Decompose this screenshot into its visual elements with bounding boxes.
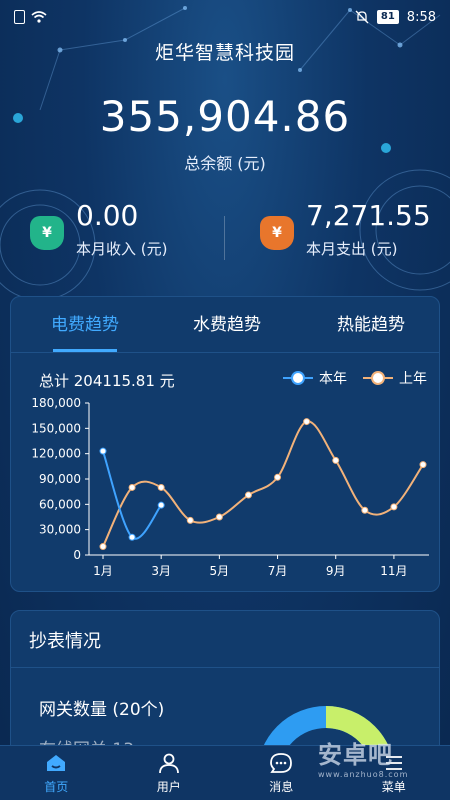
- money-bag-icon: ¥: [260, 216, 294, 250]
- data-point-last-year: [157, 483, 165, 491]
- data-point-this-year: [157, 501, 165, 509]
- y-tick-label: 150,000: [31, 421, 81, 435]
- monthly-expense[interactable]: ¥ 7,271.55 本月支出 (元): [260, 196, 431, 278]
- wifi-icon: [31, 11, 47, 23]
- income-amount: 0.00: [76, 199, 139, 232]
- home-icon: [47, 755, 66, 771]
- meter-divider: [11, 667, 439, 668]
- app-title: 炬华智慧科技园: [154, 42, 295, 64]
- data-point-last-year: [390, 503, 398, 511]
- data-point-last-year: [361, 506, 369, 514]
- tab-water-trend[interactable]: 水费趋势: [171, 297, 283, 353]
- sim-card-icon: [14, 10, 25, 24]
- user-icon: [158, 753, 179, 774]
- x-tick-label: 11月: [380, 564, 407, 578]
- nav-user[interactable]: 用户: [113, 746, 226, 800]
- battery-icon: 81: [376, 10, 399, 24]
- series-line-last-year: [102, 420, 424, 547]
- x-tick-label: 1月: [93, 564, 113, 578]
- summary-divider: [224, 216, 225, 260]
- y-tick-label: 0: [73, 548, 81, 562]
- tab-electricity-trend[interactable]: 电费趋势: [29, 297, 141, 353]
- nav-home-label: 首页: [44, 780, 69, 794]
- data-point-this-year: [99, 447, 107, 455]
- data-point-last-year: [186, 516, 194, 524]
- tab-heat-trend[interactable]: 热能趋势: [315, 297, 427, 353]
- monthly-summary: ¥ 0.00 本月收入 (元) ¥ 7,271.55 本月支出 (元): [0, 196, 450, 278]
- y-tick-label: 180,000: [31, 396, 81, 410]
- trend-card: 电费趋势 水费趋势 热能趋势 总计 204115.81 元 本年 上年 180,…: [10, 296, 440, 592]
- chart-legend: 本年 上年: [283, 368, 427, 388]
- total-balance-label: 总余额 (元): [184, 154, 266, 173]
- nav-home[interactable]: 首页: [0, 746, 113, 800]
- gateway-count: 网关数量 (20个): [39, 700, 165, 720]
- data-point-last-year: [419, 461, 427, 469]
- trend-tabs: 电费趋势 水费趋势 热能趋势: [11, 297, 439, 353]
- active-tab-indicator: [53, 349, 117, 352]
- data-point-this-year: [128, 533, 136, 541]
- legend-last-year[interactable]: 上年: [363, 368, 427, 388]
- legend-this-year[interactable]: 本年: [283, 368, 347, 388]
- mute-bell-icon: [355, 10, 369, 24]
- data-point-last-year: [274, 473, 282, 481]
- x-tick-label: 9月: [326, 564, 346, 578]
- data-point-last-year: [128, 483, 136, 491]
- legend-line-icon: [283, 371, 313, 385]
- y-tick-label: 90,000: [39, 472, 81, 486]
- status-bar: 81 8:58: [0, 0, 450, 34]
- expense-amount: 7,271.55: [306, 199, 431, 232]
- message-icon: [270, 753, 293, 773]
- nav-message-label: 消息: [269, 780, 294, 794]
- watermark-url: www.anzhuo8.com: [318, 770, 409, 779]
- electricity-trend-chart: 180,000 150,000 120,000 90,000 60,000 30,000 0…: [31, 396, 429, 578]
- legend-this-year-label: 本年: [319, 371, 347, 387]
- x-tick-label: 3月: [151, 564, 171, 578]
- expense-label: 本月支出 (元): [306, 240, 398, 258]
- x-tick-label: 7月: [268, 564, 288, 578]
- x-tick-label: 5月: [210, 564, 230, 578]
- income-label: 本月收入 (元): [76, 240, 168, 258]
- data-point-last-year: [303, 418, 311, 426]
- data-point-last-year: [215, 513, 223, 521]
- meter-reading-title: 抄表情况: [29, 631, 101, 652]
- legend-line-icon: [363, 371, 393, 385]
- total-balance-amount: 355,904.86: [99, 92, 351, 141]
- y-tick-label: 60,000: [39, 497, 81, 511]
- nav-user-label: 用户: [156, 780, 181, 794]
- money-bag-icon: ¥: [30, 216, 64, 250]
- data-point-last-year: [332, 456, 340, 464]
- status-time: 8:58: [406, 9, 436, 25]
- legend-last-year-label: 上年: [399, 371, 427, 387]
- y-tick-label: 120,000: [31, 447, 81, 461]
- chart-total: 总计 204115.81 元: [39, 372, 175, 390]
- monthly-income[interactable]: ¥ 0.00 本月收入 (元): [30, 196, 167, 278]
- data-point-last-year: [244, 491, 252, 499]
- data-point-last-year: [99, 543, 107, 551]
- y-tick-label: 30,000: [39, 523, 81, 537]
